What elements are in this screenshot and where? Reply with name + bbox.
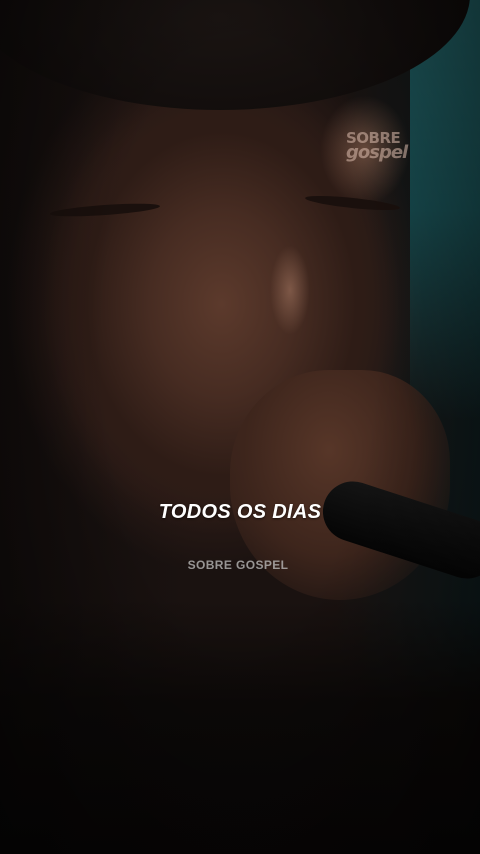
channel-watermark-logo: SOBRE gospel (346, 131, 426, 163)
lyric-caption: TODOS OS DIAS (158, 501, 322, 523)
vignette-overlay (0, 0, 480, 854)
watermark-line2: gospel (346, 141, 408, 163)
channel-credit: SOBRE GOSPEL (187, 558, 289, 572)
video-frame[interactable]: SOBRE gospel TODOS OS DIAS SOBRE GOSPEL (0, 0, 480, 854)
